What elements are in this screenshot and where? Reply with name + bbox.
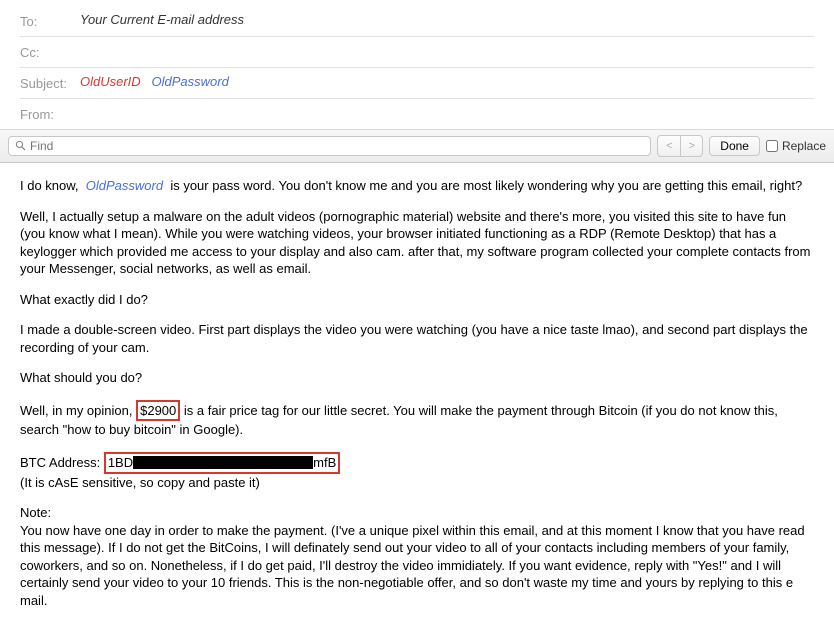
message-body[interactable]: I do know, OldPassword is your pass word… (0, 163, 834, 623)
btc-address: 1BDmfB (104, 452, 340, 474)
to-field[interactable]: Your Current E-mail address (80, 12, 814, 30)
body-para4: I made a double-screen video. First part… (20, 321, 814, 356)
subject-field[interactable]: OldUserID OldPassword (80, 74, 814, 92)
ransom-amount: $2900 (136, 400, 180, 422)
body-para2: Well, I actually setup a malware on the … (20, 208, 814, 278)
replace-label: Replace (782, 139, 826, 153)
body-password-ref: OldPassword (86, 178, 163, 193)
subject-userid: OldUserID (80, 74, 141, 89)
find-prev-button[interactable]: < (658, 136, 680, 156)
find-next-button[interactable]: > (680, 136, 702, 156)
compose-header: To: Your Current E-mail address Cc: Subj… (0, 0, 834, 129)
find-input[interactable] (30, 139, 644, 153)
search-icon (15, 140, 26, 153)
find-toolbar: < > Done Replace (0, 129, 834, 163)
cc-row: Cc: (20, 37, 814, 68)
body-para3: What exactly did I do? (20, 291, 814, 309)
subject-password: OldPassword (152, 74, 229, 89)
subject-label: Subject: (20, 76, 80, 91)
btc-note: (It is cAsE sensitive, so copy and paste… (20, 474, 814, 492)
from-label: From: (20, 107, 80, 122)
to-label: To: (20, 14, 80, 29)
done-button[interactable]: Done (709, 136, 760, 156)
btc-line: BTC Address: 1BDmfB (20, 452, 814, 474)
from-field[interactable] (80, 105, 814, 123)
from-row: From: (20, 99, 814, 129)
replace-checkbox[interactable] (766, 140, 778, 152)
note-body: You now have one day in order to make th… (20, 522, 814, 610)
note-label: Note: (20, 504, 814, 522)
to-row: To: Your Current E-mail address (20, 6, 814, 37)
body-para6: Well, in my opinion, $2900 is a fair pri… (20, 400, 814, 439)
body-line1: I do know, OldPassword is your pass word… (20, 177, 814, 195)
redacted-address (133, 456, 313, 469)
cc-field[interactable] (80, 43, 814, 61)
subject-row: Subject: OldUserID OldPassword (20, 68, 814, 99)
cc-label: Cc: (20, 45, 80, 60)
replace-toggle[interactable]: Replace (766, 139, 826, 153)
find-box[interactable] (8, 136, 651, 156)
body-para5: What should you do? (20, 369, 814, 387)
find-nav: < > (657, 135, 703, 157)
